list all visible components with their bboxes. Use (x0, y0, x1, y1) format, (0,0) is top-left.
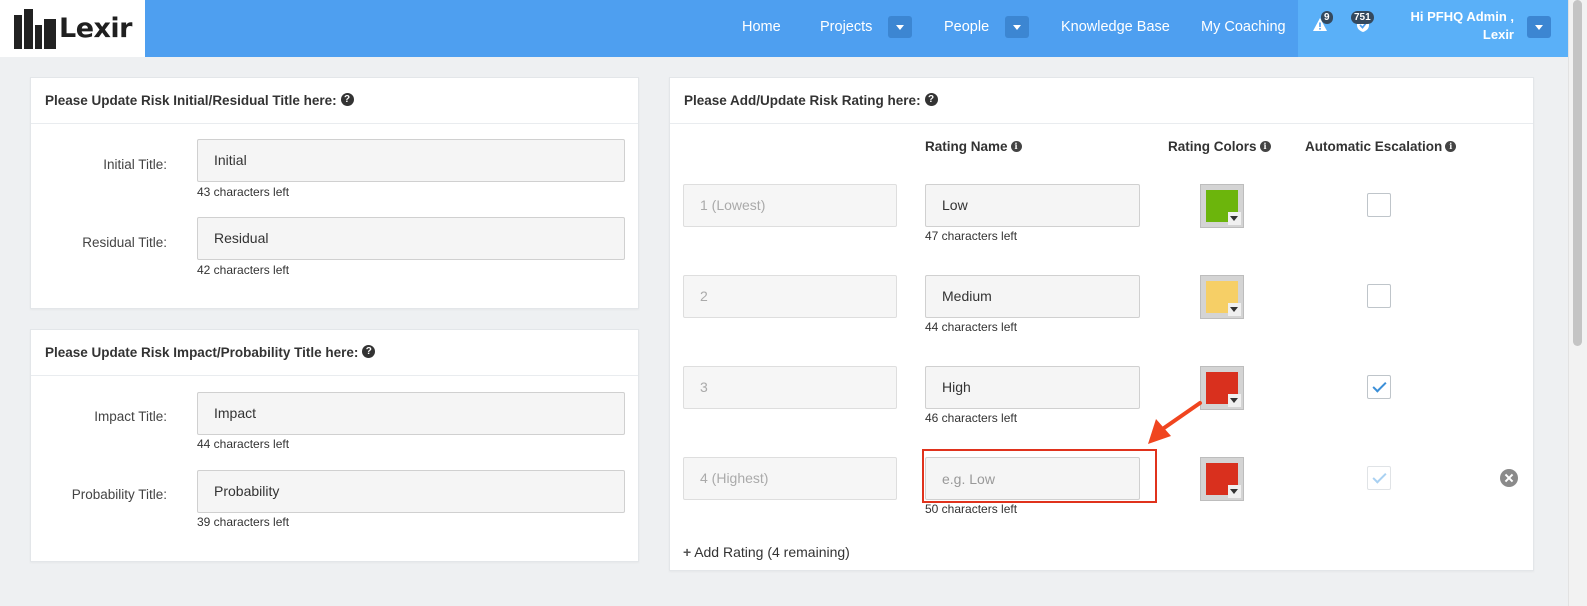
rating-name-input[interactable]: High (925, 366, 1140, 409)
probability-title-label: Probability Title: (71, 487, 167, 502)
rating-name-header-text: Rating Name (925, 139, 1008, 154)
rating-name-input[interactable]: Low (925, 184, 1140, 227)
initial-title-hint: 43 characters left (197, 185, 290, 199)
tasks-count-badge: 751 (1351, 11, 1374, 24)
caret-down-icon (1228, 394, 1241, 407)
impact-probability-panel: Please Update Risk Impact/Probability Ti… (30, 329, 639, 562)
info-circle-icon[interactable]: i (1445, 140, 1457, 152)
scrollbar-thumb[interactable] (1573, 0, 1582, 346)
impact-title-label: Impact Title: (94, 409, 167, 424)
rating-colors-header-text: Rating Colors (1168, 139, 1257, 154)
rating-level-field: 1 (Lowest) (683, 184, 897, 227)
brand-name: Lexir (59, 13, 133, 44)
people-caret-down-icon[interactable] (1005, 16, 1029, 38)
caret-down-icon (1228, 212, 1241, 225)
nav-home[interactable]: Home (742, 0, 781, 57)
rating-name-hint: 44 characters left (925, 320, 1018, 334)
initial-title-label: Initial Title: (103, 157, 167, 172)
question-circle-icon[interactable]: ? (340, 93, 354, 107)
panel-title: Please Update Risk Impact/Probability Ti… (45, 345, 359, 360)
rating-color-picker[interactable] (1200, 275, 1244, 319)
annotation-highlight-box (922, 449, 1157, 503)
annotation-arrow-icon (1148, 401, 1202, 444)
brand-logo[interactable]: Lexir (0, 0, 145, 57)
rating-level-field: 2 (683, 275, 897, 318)
automatic-escalation-checkbox[interactable] (1367, 284, 1391, 308)
initial-residual-panel: Please Update Risk Initial/Residual Titl… (30, 77, 639, 309)
nav-projects[interactable]: Projects (820, 0, 872, 57)
alerts-count-badge: 9 (1321, 11, 1333, 24)
add-rating-button[interactable]: + Add Rating (4 remaining) (683, 544, 850, 560)
user-org: Lexir (1482, 27, 1514, 42)
caret-down-icon (1228, 485, 1241, 498)
top-navbar: Lexir Home Projects People Knowledge Bas… (0, 0, 1568, 57)
add-rating-label: Add Rating (4 remaining) (694, 544, 850, 560)
rating-name-hint: 50 characters left (925, 502, 1018, 516)
info-circle-icon[interactable]: i (1010, 140, 1022, 152)
rating-name-hint: 46 characters left (925, 411, 1018, 425)
initial-title-input[interactable]: Initial (197, 139, 625, 182)
risk-rating-panel-header: Please Add/Update Risk Rating here:? (670, 78, 1533, 124)
impact-probability-panel-header: Please Update Risk Impact/Probability Ti… (31, 330, 638, 376)
question-circle-icon[interactable]: ? (362, 345, 376, 359)
projects-caret-down-icon[interactable] (888, 16, 912, 38)
question-circle-icon[interactable]: ? (924, 93, 938, 107)
rating-colors-column-header: Rating Colors i (1168, 139, 1271, 154)
rating-name-column-header: Rating Name i (925, 139, 1022, 154)
panel-title: Please Update Risk Initial/Residual Titl… (45, 93, 337, 108)
rating-name-input[interactable]: Medium (925, 275, 1140, 318)
logo-buildings-icon (14, 8, 58, 49)
nav-knowledge-base[interactable]: Knowledge Base (1061, 0, 1170, 57)
rating-level-field: 4 (Highest) (683, 457, 897, 500)
rating-color-picker[interactable] (1200, 184, 1244, 228)
info-circle-icon[interactable]: i (1259, 140, 1271, 152)
automatic-escalation-column-header: Automatic Escalation i (1305, 139, 1457, 154)
rating-name-hint: 47 characters left (925, 229, 1018, 243)
residual-title-label: Residual Title: (82, 235, 167, 250)
remove-circle-icon[interactable] (1500, 469, 1518, 487)
caret-down-icon (1228, 303, 1241, 316)
probability-title-hint: 39 characters left (197, 515, 290, 529)
nav-people[interactable]: People (944, 0, 989, 57)
residual-title-hint: 42 characters left (197, 263, 290, 277)
nav-my-coaching[interactable]: My Coaching (1201, 0, 1286, 57)
automatic-escalation-checkbox[interactable] (1367, 375, 1391, 399)
residual-title-input[interactable]: Residual (197, 217, 625, 260)
user-caret-down-icon[interactable] (1527, 16, 1551, 38)
impact-title-hint: 44 characters left (197, 437, 290, 451)
user-greeting: Hi PFHQ Admin , (1410, 9, 1514, 24)
automatic-escalation-header-text: Automatic Escalation (1305, 139, 1443, 154)
user-menu[interactable]: Hi PFHQ Admin , Lexir (1410, 8, 1514, 44)
initial-residual-panel-header: Please Update Risk Initial/Residual Titl… (31, 78, 638, 124)
probability-title-input[interactable]: Probability (197, 470, 625, 513)
panel-title: Please Add/Update Risk Rating here: (684, 93, 921, 108)
automatic-escalation-checkbox[interactable] (1367, 193, 1391, 217)
plus-icon: + (683, 544, 692, 560)
automatic-escalation-checkbox (1367, 466, 1391, 490)
notification-area: 9 751 Hi PFHQ Admin , Lexir (1298, 0, 1568, 57)
rating-color-picker[interactable] (1200, 457, 1244, 501)
rating-level-field: 3 (683, 366, 897, 409)
impact-title-input[interactable]: Impact (197, 392, 625, 435)
